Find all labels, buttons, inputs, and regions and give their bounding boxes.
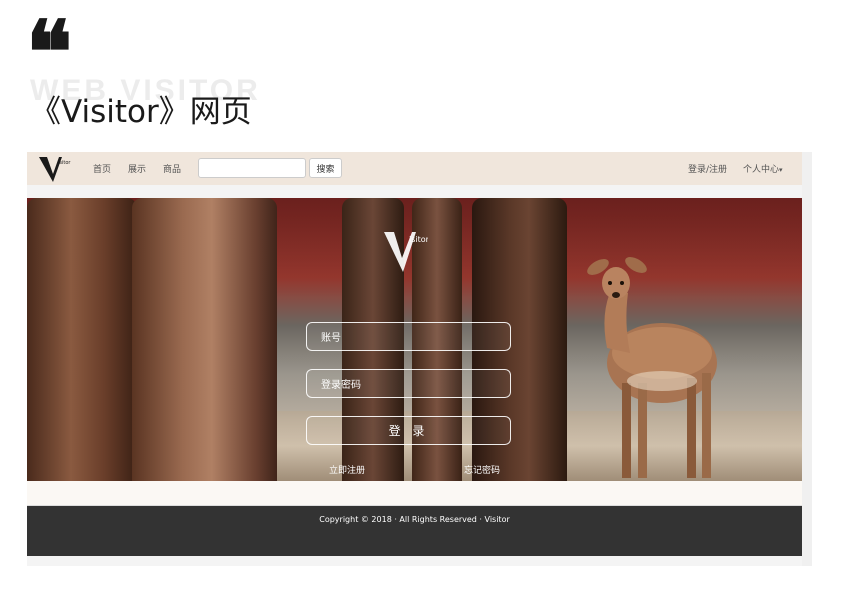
- register-link[interactable]: 立即注册: [329, 463, 365, 476]
- site-footer: Copyright © 2018 · All Rights Reserved ·…: [27, 506, 802, 556]
- slide: ❝ WEB VISITOR 《Visitor》网页 isitor 首页 展示 商…: [0, 0, 843, 596]
- user-center-label: 个人中心: [743, 165, 780, 175]
- chevron-down-icon: ▾: [779, 166, 783, 174]
- nav-home-link[interactable]: 首页: [93, 162, 111, 175]
- hero-banner: isitor 账号 登录密码 登 录 立即注册 忘记密码: [27, 198, 802, 481]
- hero-logo-icon: isitor: [384, 232, 428, 272]
- tree-trunk: [132, 198, 277, 481]
- footer-spacer: [27, 481, 802, 506]
- user-center-menu[interactable]: 个人中心▾: [743, 162, 783, 175]
- password-field[interactable]: 登录密码: [306, 369, 511, 398]
- visitor-logo-icon[interactable]: isitor: [37, 154, 71, 184]
- copyright-text: Copyright © 2018 · All Rights Reserved ·…: [319, 515, 510, 524]
- slide-title: 《Visitor》网页: [30, 94, 252, 130]
- tree-trunk: [27, 198, 137, 481]
- search-input[interactable]: [198, 158, 306, 178]
- site-navbar: isitor 首页 展示 商品 搜索 登录/注册 个人中心▾: [27, 152, 802, 185]
- login-button[interactable]: 登 录: [306, 416, 511, 445]
- logo-text: isitor: [58, 160, 71, 166]
- scrollbar-edge: [802, 152, 812, 566]
- website-screenshot: isitor 首页 展示 商品 搜索 登录/注册 个人中心▾ isitor 账号…: [27, 152, 812, 566]
- forgot-password-link[interactable]: 忘记密码: [464, 463, 500, 476]
- login-register-link[interactable]: 登录/注册: [688, 162, 727, 175]
- nav-showcase-link[interactable]: 展示: [128, 162, 146, 175]
- username-field[interactable]: 账号: [306, 322, 511, 351]
- deer-image: [587, 257, 717, 478]
- nav-products-link[interactable]: 商品: [163, 162, 181, 175]
- hero-logo-text: isitor: [409, 235, 428, 244]
- search-button[interactable]: 搜索: [309, 158, 342, 178]
